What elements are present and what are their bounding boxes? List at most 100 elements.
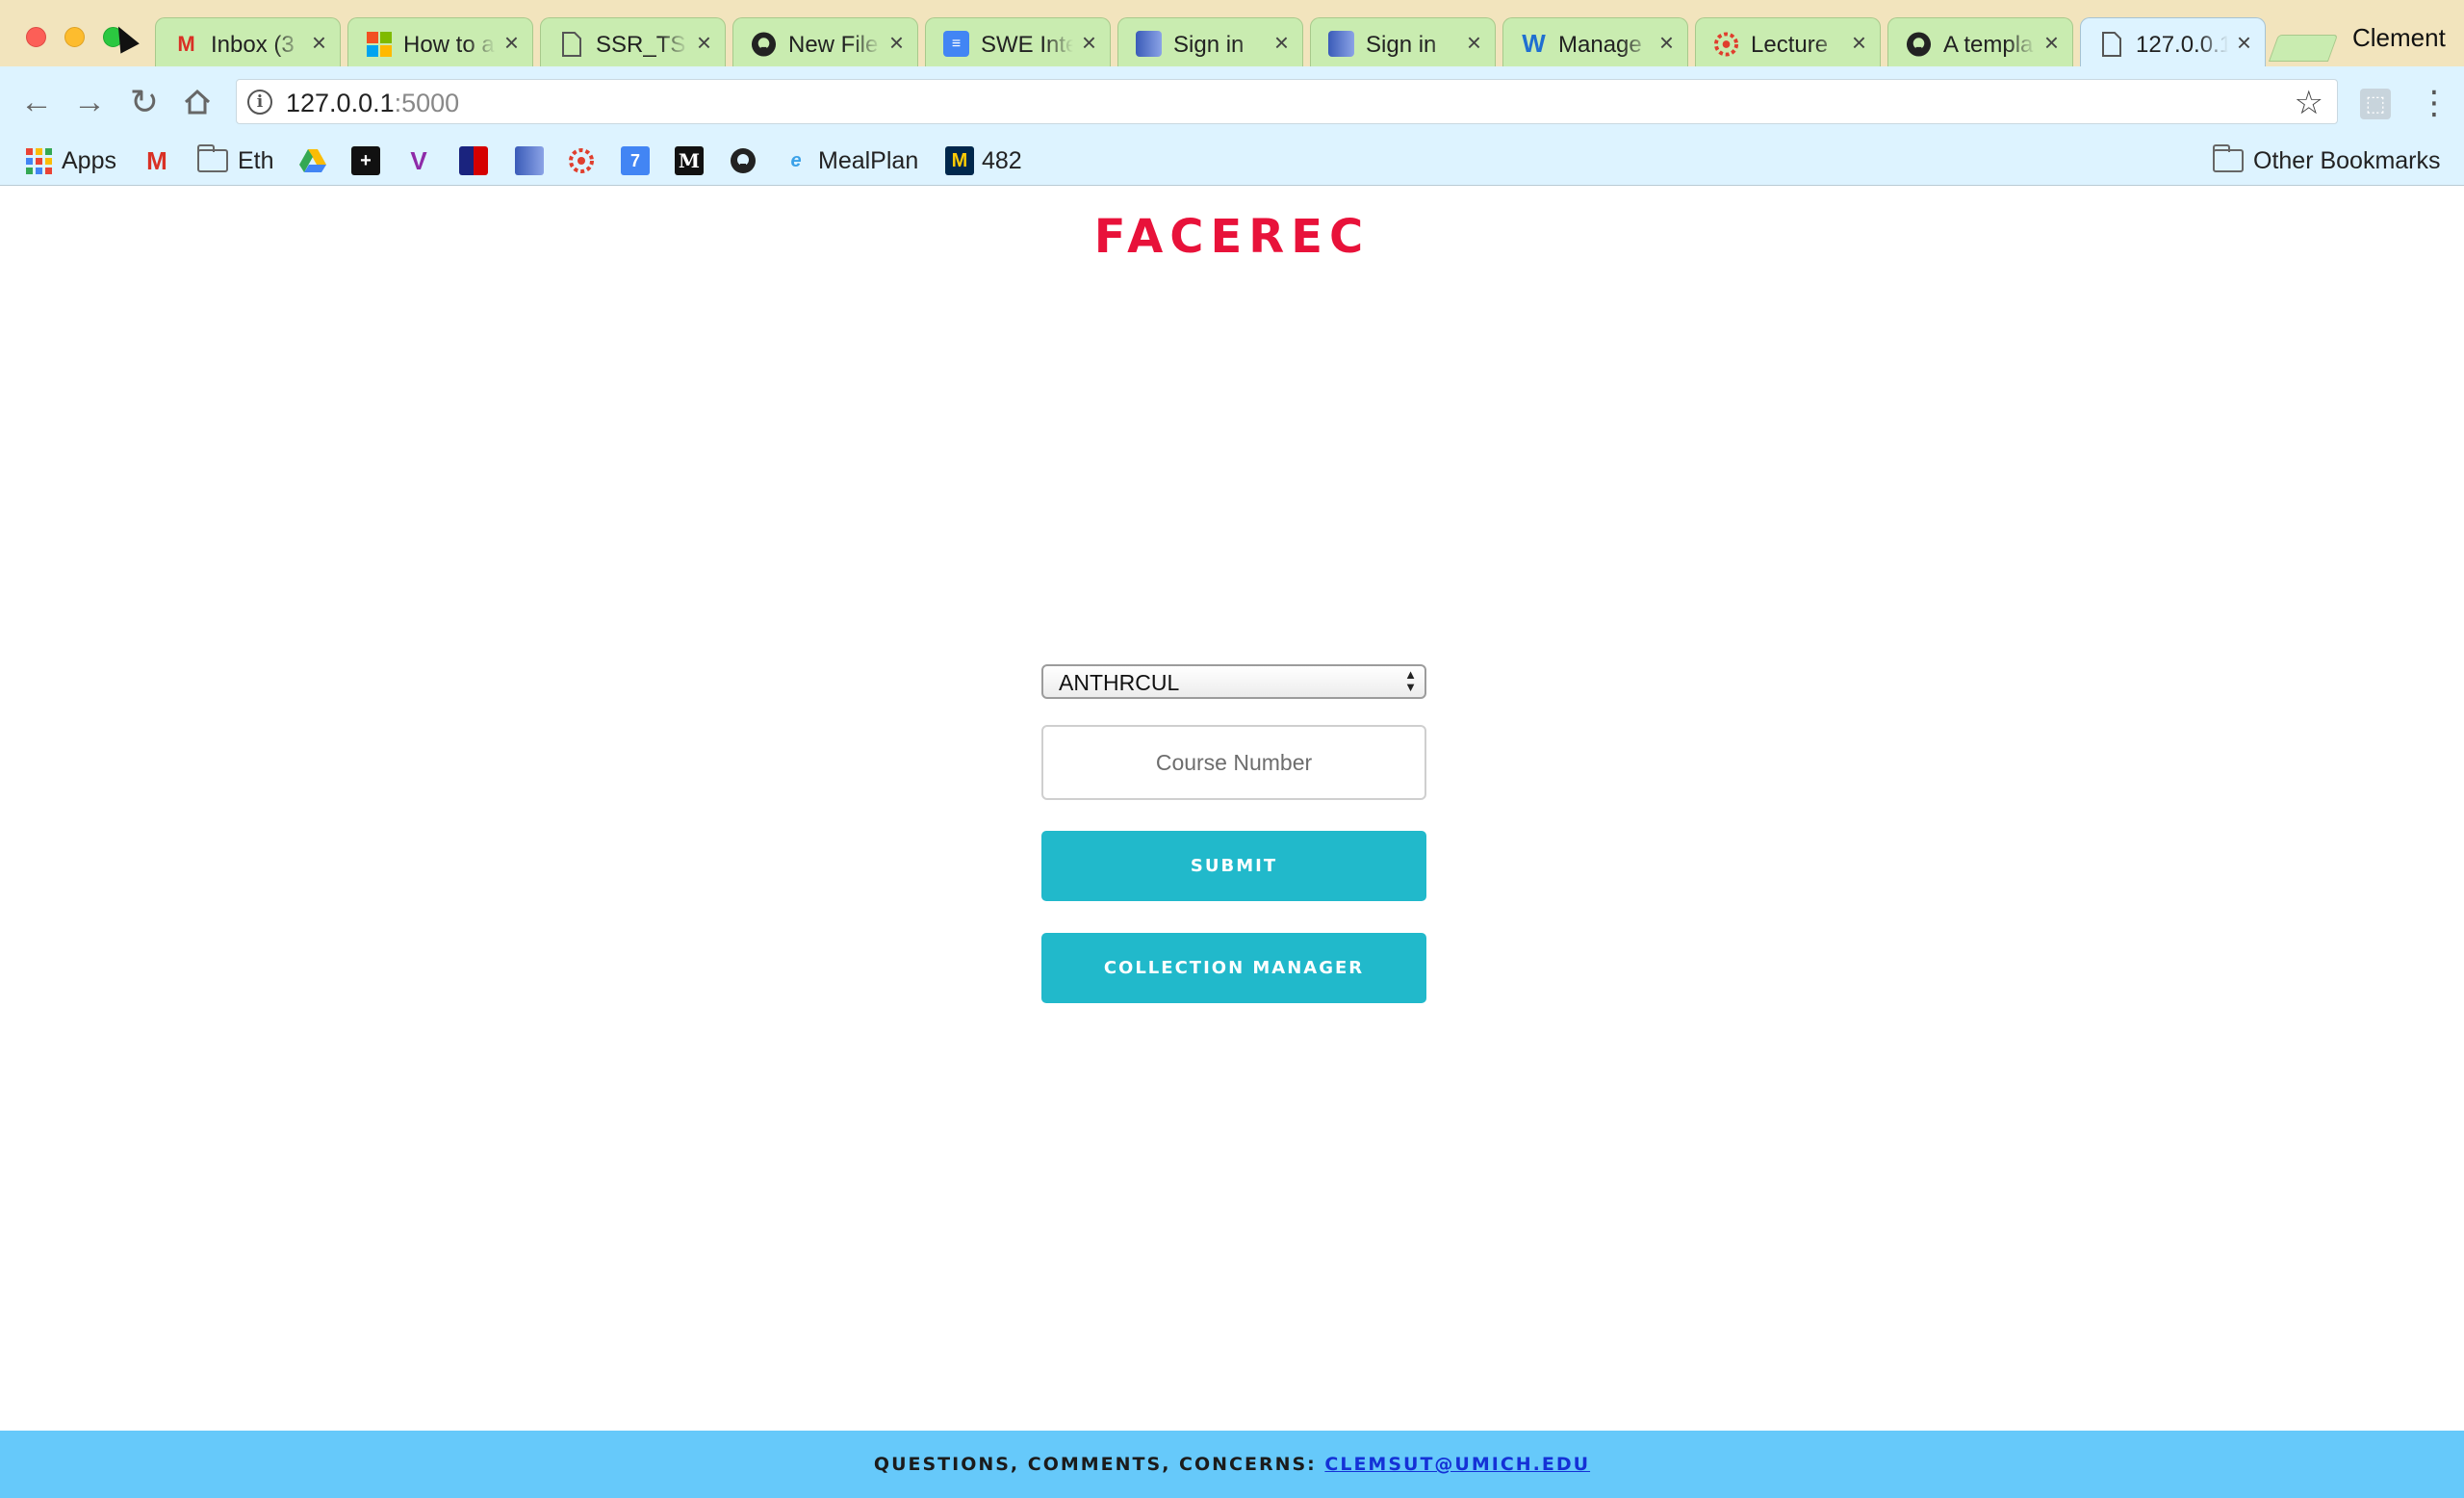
bookmark-482[interactable]: M 482: [945, 143, 1022, 178]
apps-grid-icon: [26, 147, 52, 174]
tab-manage[interactable]: W Manage ×: [1502, 17, 1688, 66]
submit-button[interactable]: SUBMIT: [1041, 831, 1426, 901]
browser-toolbar: ← → ↻ i 127.0.0.1:5000 ☆ ⬚ ⋮: [0, 66, 2464, 136]
bookmark-blue-square[interactable]: [515, 143, 552, 178]
blue-square-icon: [1328, 31, 1354, 57]
footer: QUESTIONS, COMMENTS, CONCERNS: CLEMSUT@U…: [0, 1431, 2464, 1498]
bookmark-drive[interactable]: [298, 143, 335, 178]
tab-close-icon[interactable]: ×: [504, 30, 519, 56]
tab-how-to[interactable]: How to a ×: [347, 17, 533, 66]
select-arrows-icon: ▲ ▼: [1404, 667, 1417, 694]
folder-icon: [2213, 144, 2244, 172]
tab-close-icon[interactable]: ×: [312, 30, 326, 56]
tab-title: How to a: [403, 32, 496, 58]
home-icon[interactable]: [178, 83, 217, 121]
github-icon: [751, 31, 777, 57]
tab-close-icon[interactable]: ×: [1274, 30, 1289, 56]
profile-name[interactable]: Clement: [2352, 23, 2446, 53]
bookmark-star-icon[interactable]: ☆: [2295, 84, 2323, 122]
tab-close-icon[interactable]: ×: [1852, 30, 1866, 56]
tab-title: A templa: [1943, 32, 2036, 58]
bookmark-label: MealPlan: [818, 146, 919, 174]
tab-close-icon[interactable]: ×: [1659, 30, 1674, 56]
subject-select[interactable]: ANTHRCUL ▲ ▼: [1041, 664, 1426, 699]
bookmark-canvas[interactable]: [567, 143, 603, 178]
red-blue-square-icon: [459, 146, 488, 175]
bookmark-v[interactable]: V: [404, 143, 441, 178]
bookmark-github[interactable]: [729, 143, 765, 178]
page-icon: [2098, 31, 2124, 57]
workday-icon: W: [1522, 29, 1546, 58]
tab-sign-in-1[interactable]: Sign in ×: [1117, 17, 1303, 66]
back-arrow-icon[interactable]: ←: [17, 83, 56, 121]
info-icon[interactable]: i: [247, 90, 272, 115]
tab-template[interactable]: A templa ×: [1887, 17, 2073, 66]
blue-square-icon: [515, 146, 544, 175]
canvas-icon: [567, 146, 596, 175]
bookmark-eth[interactable]: Eth: [197, 143, 274, 178]
v-logo-icon: V: [410, 145, 427, 175]
window-close-button[interactable]: [26, 27, 46, 47]
bookmark-other[interactable]: Other Bookmarks: [2213, 143, 2441, 178]
bookmark-mealplan[interactable]: e MealPlan: [782, 143, 918, 178]
tab-close-icon[interactable]: ×: [2044, 30, 2059, 56]
tab-title: Sign in: [1173, 32, 1266, 58]
tab-ssr[interactable]: SSR_TSI ×: [540, 17, 726, 66]
address-bar[interactable]: i 127.0.0.1:5000 ☆: [236, 79, 2338, 124]
tab-close-icon[interactable]: ×: [889, 30, 904, 56]
bookmark-calendar[interactable]: 7: [621, 143, 657, 178]
docs-icon: ≡: [943, 31, 969, 57]
url-text: 127.0.0.1:5000: [286, 89, 460, 117]
mealplan-icon: e: [790, 149, 802, 171]
footer-email-link[interactable]: CLEMSUT@UMICH.EDU: [1324, 1454, 1590, 1475]
tab-lecture[interactable]: Lecture ×: [1695, 17, 1881, 66]
calendar-icon: 7: [621, 146, 650, 175]
github-icon: [729, 146, 757, 175]
extension-icon[interactable]: ⬚: [2360, 89, 2391, 119]
bookmark-apps[interactable]: Apps: [26, 143, 116, 178]
tab-inbox[interactable]: M Inbox (3 ×: [155, 17, 341, 66]
reload-icon[interactable]: ↻: [125, 83, 164, 121]
tab-close-icon[interactable]: ×: [2237, 30, 2251, 56]
bookmark-label: Eth: [238, 146, 274, 174]
tab-title: 127.0.0.1: [2136, 32, 2228, 58]
canvas-icon: [1713, 31, 1739, 57]
course-number-input[interactable]: [1041, 725, 1426, 800]
bookmark-label: Apps: [62, 146, 116, 174]
page-content: FACEREC ANTHRCUL ▲▼ SUBMIT COLLECTION MA…: [0, 186, 2464, 1498]
window-minimize-button[interactable]: [64, 27, 85, 47]
collection-manager-button[interactable]: COLLECTION MANAGER: [1041, 933, 1426, 1003]
tab-title: Inbox (3: [211, 32, 303, 58]
blue-square-icon: [1136, 31, 1162, 57]
gmail-icon: M: [146, 145, 167, 175]
michigan-m-icon: M: [945, 146, 974, 175]
folder-icon: [197, 144, 228, 172]
bookmark-gmail[interactable]: M: [142, 143, 179, 178]
tab-swe[interactable]: ≡ SWE Inte ×: [925, 17, 1111, 66]
google-drive-icon: [298, 146, 327, 175]
medium-icon: M: [675, 146, 704, 175]
bookmark-label: 482: [982, 146, 1022, 174]
plus-mark-icon: +: [351, 146, 380, 175]
browser-tabstrip: M Inbox (3 × How to a × SSR_TSI × New Fi…: [0, 0, 2464, 66]
tab-title: Lecture: [1751, 32, 1843, 58]
tab-close-icon[interactable]: ×: [1082, 30, 1096, 56]
page-icon: [558, 31, 584, 57]
tab-new-file[interactable]: New File ×: [732, 17, 918, 66]
brand-title: FACEREC: [1093, 210, 1371, 264]
tab-sign-in-2[interactable]: Sign in ×: [1310, 17, 1496, 66]
tab-title: Manage: [1558, 32, 1651, 58]
new-tab-button[interactable]: [2268, 35, 2339, 62]
tab-localhost[interactable]: 127.0.0.1 ×: [2080, 17, 2266, 66]
subject-select-value: ANTHRCUL: [1059, 670, 1180, 695]
bookmarks-bar: Apps M Eth + V 7 M e MealPlan M 482 Othe…: [0, 136, 2464, 186]
tab-close-icon[interactable]: ×: [697, 30, 711, 56]
gmail-icon: M: [177, 31, 195, 56]
bookmark-dark-icon[interactable]: +: [351, 143, 388, 178]
forward-arrow-icon[interactable]: →: [70, 83, 109, 121]
menu-kebab-icon[interactable]: ⋮: [2418, 84, 2451, 122]
bookmark-red-blue[interactable]: [459, 143, 496, 178]
footer-text: QUESTIONS, COMMENTS, CONCERNS:: [873, 1454, 1317, 1475]
bookmark-medium[interactable]: M: [675, 143, 711, 178]
tab-close-icon[interactable]: ×: [1467, 30, 1481, 56]
